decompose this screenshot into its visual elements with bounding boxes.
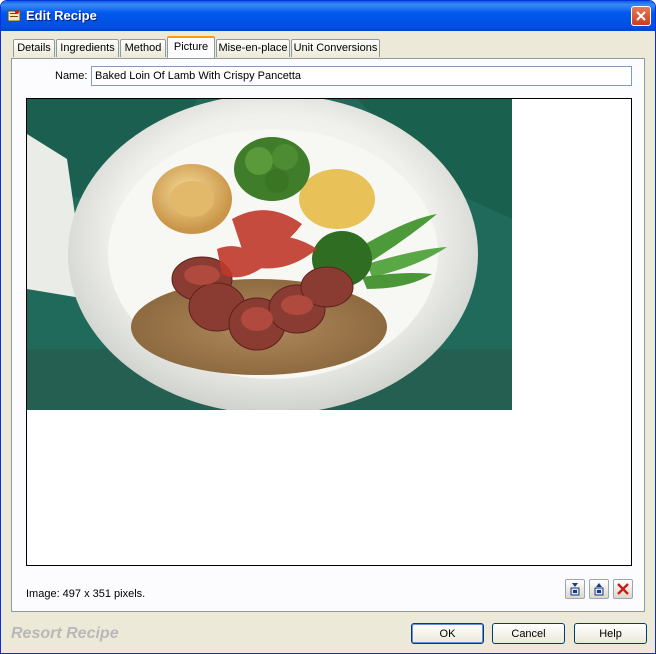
close-icon bbox=[636, 11, 646, 21]
window-title: Edit Recipe bbox=[26, 8, 97, 23]
recipe-picture-frame bbox=[26, 98, 632, 566]
tab-ingredients[interactable]: Ingredients bbox=[56, 39, 119, 57]
tab-method[interactable]: Method bbox=[120, 39, 166, 57]
edit-recipe-window: Edit Recipe Details Ingredients Method P… bbox=[0, 0, 656, 654]
delete-image-icon bbox=[617, 583, 629, 595]
recipe-book-icon bbox=[7, 10, 21, 22]
copy-image-button[interactable] bbox=[589, 579, 609, 599]
recipe-photo bbox=[27, 99, 512, 410]
delete-image-button[interactable] bbox=[613, 579, 633, 599]
load-image-icon bbox=[570, 583, 580, 596]
tab-mise-en-place[interactable]: Mise-en-place bbox=[216, 39, 290, 57]
tab-details[interactable]: Details bbox=[13, 39, 55, 57]
name-label: Name: bbox=[55, 70, 88, 82]
tab-unit-conversions[interactable]: Unit Conversions bbox=[291, 39, 380, 57]
copy-image-icon bbox=[594, 583, 604, 596]
ok-button[interactable]: OK bbox=[411, 623, 484, 644]
brand-label: Resort Recipe bbox=[11, 625, 119, 642]
cancel-button[interactable]: Cancel bbox=[492, 623, 565, 644]
load-image-button[interactable] bbox=[565, 579, 585, 599]
title-bar[interactable]: Edit Recipe bbox=[1, 1, 655, 31]
tab-picture[interactable]: Picture bbox=[167, 36, 215, 58]
recipe-name-input[interactable] bbox=[91, 66, 632, 86]
help-button[interactable]: Help bbox=[574, 623, 647, 644]
image-size-info: Image: 497 x 351 pixels. bbox=[26, 588, 146, 600]
close-button[interactable] bbox=[631, 6, 651, 26]
